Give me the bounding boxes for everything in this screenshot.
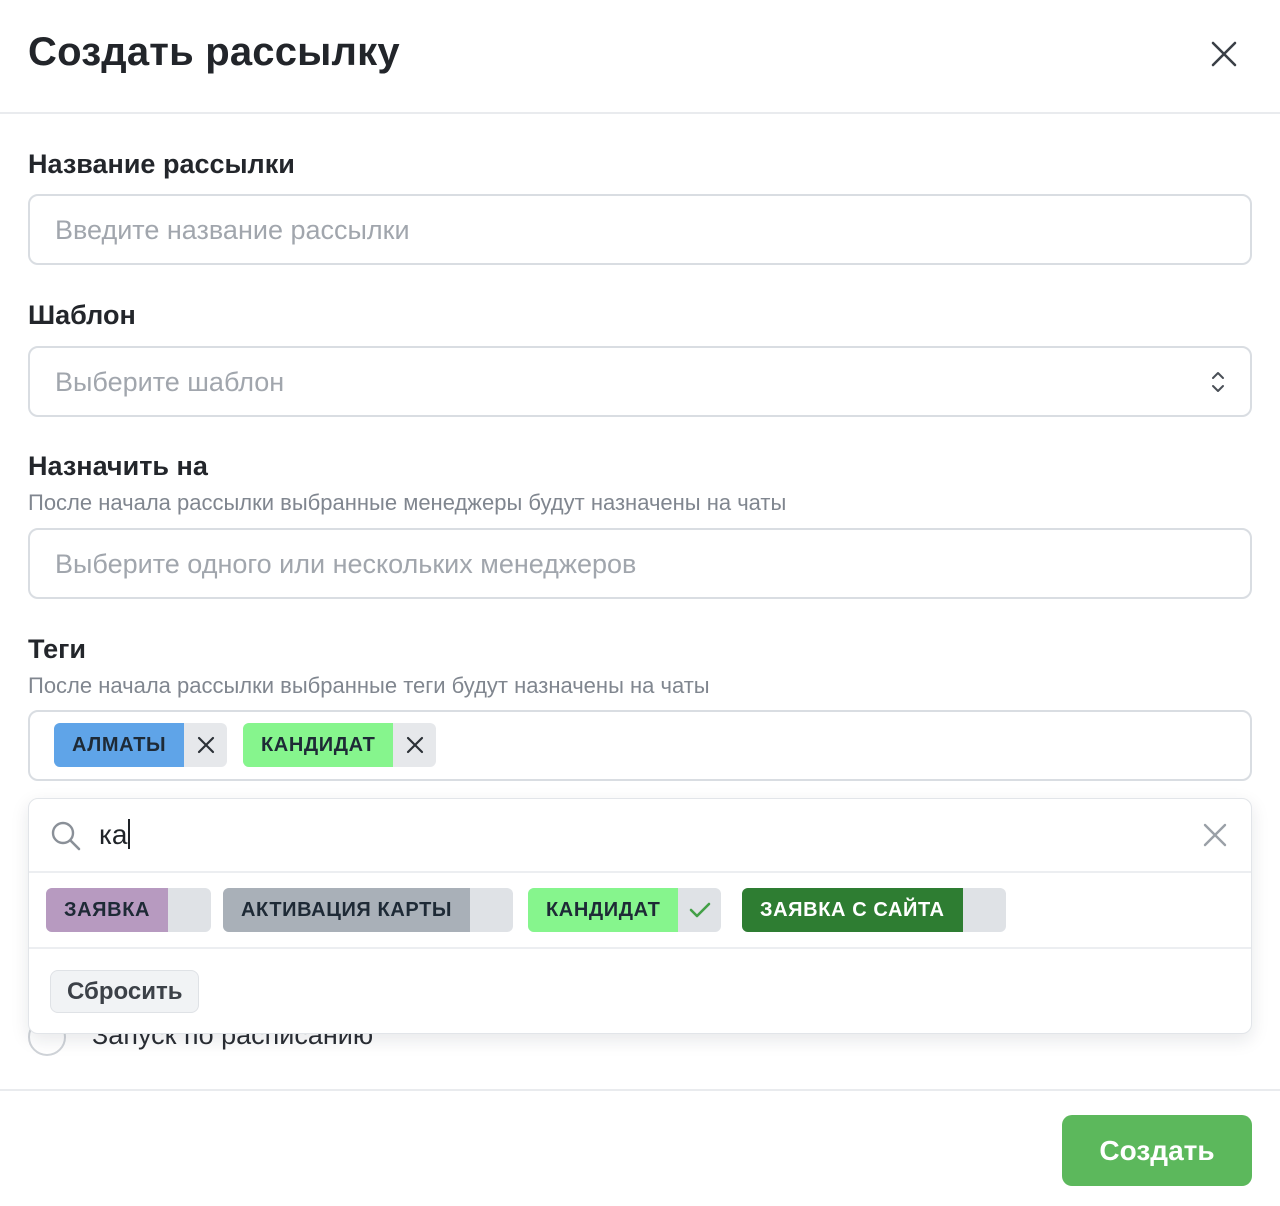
- tag-option-check-area: [678, 888, 721, 932]
- clear-search-icon[interactable]: [1201, 821, 1229, 849]
- close-button[interactable]: [1200, 30, 1248, 78]
- tag-option-label: КАНДИДАТ: [528, 888, 679, 932]
- tag-option-label: ЗАЯВКА С САЙТА: [742, 888, 963, 932]
- template-field-label: Шаблон: [28, 300, 136, 330]
- tag-search-row: ка: [29, 799, 1251, 873]
- create-button[interactable]: Создать: [1062, 1115, 1252, 1186]
- managers-select[interactable]: Выберите одного или нескольких менеджеро…: [28, 528, 1252, 599]
- tags-field-hint: После начала рассылки выбранные теги буд…: [28, 673, 710, 698]
- name-field-label: Название рассылки: [28, 149, 295, 179]
- assign-field-hint: После начала рассылки выбранные менеджер…: [28, 490, 787, 515]
- selected-tag-label: АЛМАТЫ: [54, 723, 185, 767]
- mailing-name-input[interactable]: Введите название рассылки: [28, 194, 1252, 265]
- reset-button[interactable]: Сбросить: [50, 970, 200, 1013]
- search-icon: [51, 821, 81, 851]
- chevron-up-down-icon: [1212, 372, 1224, 392]
- dialog-title: Создать рассылку: [28, 30, 400, 74]
- dialog-header: Создать рассылку: [0, 0, 1280, 114]
- assign-field-label: Назначить на: [28, 451, 208, 481]
- remove-tag-button[interactable]: [393, 723, 436, 767]
- dropdown-divider: [29, 947, 1251, 949]
- tag-search-value: ка: [99, 819, 128, 850]
- selected-tag-almaty: АЛМАТЫ: [54, 723, 228, 767]
- template-placeholder: Выберите шаблон: [55, 367, 285, 397]
- create-mailing-dialog: Создать рассылку Название рассылки Введи…: [0, 0, 1280, 1206]
- selected-tag-label: КАНДИДАТ: [243, 723, 394, 767]
- text-cursor: [128, 819, 131, 849]
- tag-option-aktivatsiya-karty[interactable]: АКТИВАЦИЯ КАРТЫ: [223, 888, 514, 932]
- tag-option-zayavka[interactable]: ЗАЯВКА: [46, 888, 212, 932]
- tag-dropdown: ка ЗАЯВКА АКТИВАЦИЯ КАРТЫ КАНДИДАТ ЗАЯВК…: [28, 798, 1252, 1034]
- footer-divider: [0, 1089, 1280, 1091]
- close-icon: [197, 736, 214, 754]
- tags-multiselect[interactable]: АЛМАТЫ КАНДИДАТ: [28, 710, 1252, 781]
- remove-tag-button[interactable]: [184, 723, 227, 767]
- close-icon: [1211, 41, 1237, 67]
- tag-option-zayavka-s-saita[interactable]: ЗАЯВКА С САЙТА: [742, 888, 1006, 932]
- tag-option-kandidat[interactable]: КАНДИДАТ: [528, 888, 722, 932]
- tag-option-check-area: [168, 888, 211, 932]
- managers-placeholder: Выберите одного или нескольких менеджеро…: [55, 549, 637, 579]
- check-icon: [689, 902, 711, 918]
- tag-search-input[interactable]: ка: [99, 819, 131, 851]
- selected-tag-kandidat: КАНДИДАТ: [243, 723, 437, 767]
- tag-option-label: АКТИВАЦИЯ КАРТЫ: [223, 888, 471, 932]
- close-icon: [406, 736, 424, 754]
- template-select[interactable]: Выберите шаблон: [28, 346, 1252, 417]
- tag-option-label: ЗАЯВКА: [46, 888, 169, 932]
- mailing-name-placeholder: Введите название рассылки: [55, 215, 410, 245]
- tag-option-check-area: [963, 888, 1006, 932]
- tag-option-check-area: [470, 888, 513, 932]
- tags-field-label: Теги: [28, 634, 87, 664]
